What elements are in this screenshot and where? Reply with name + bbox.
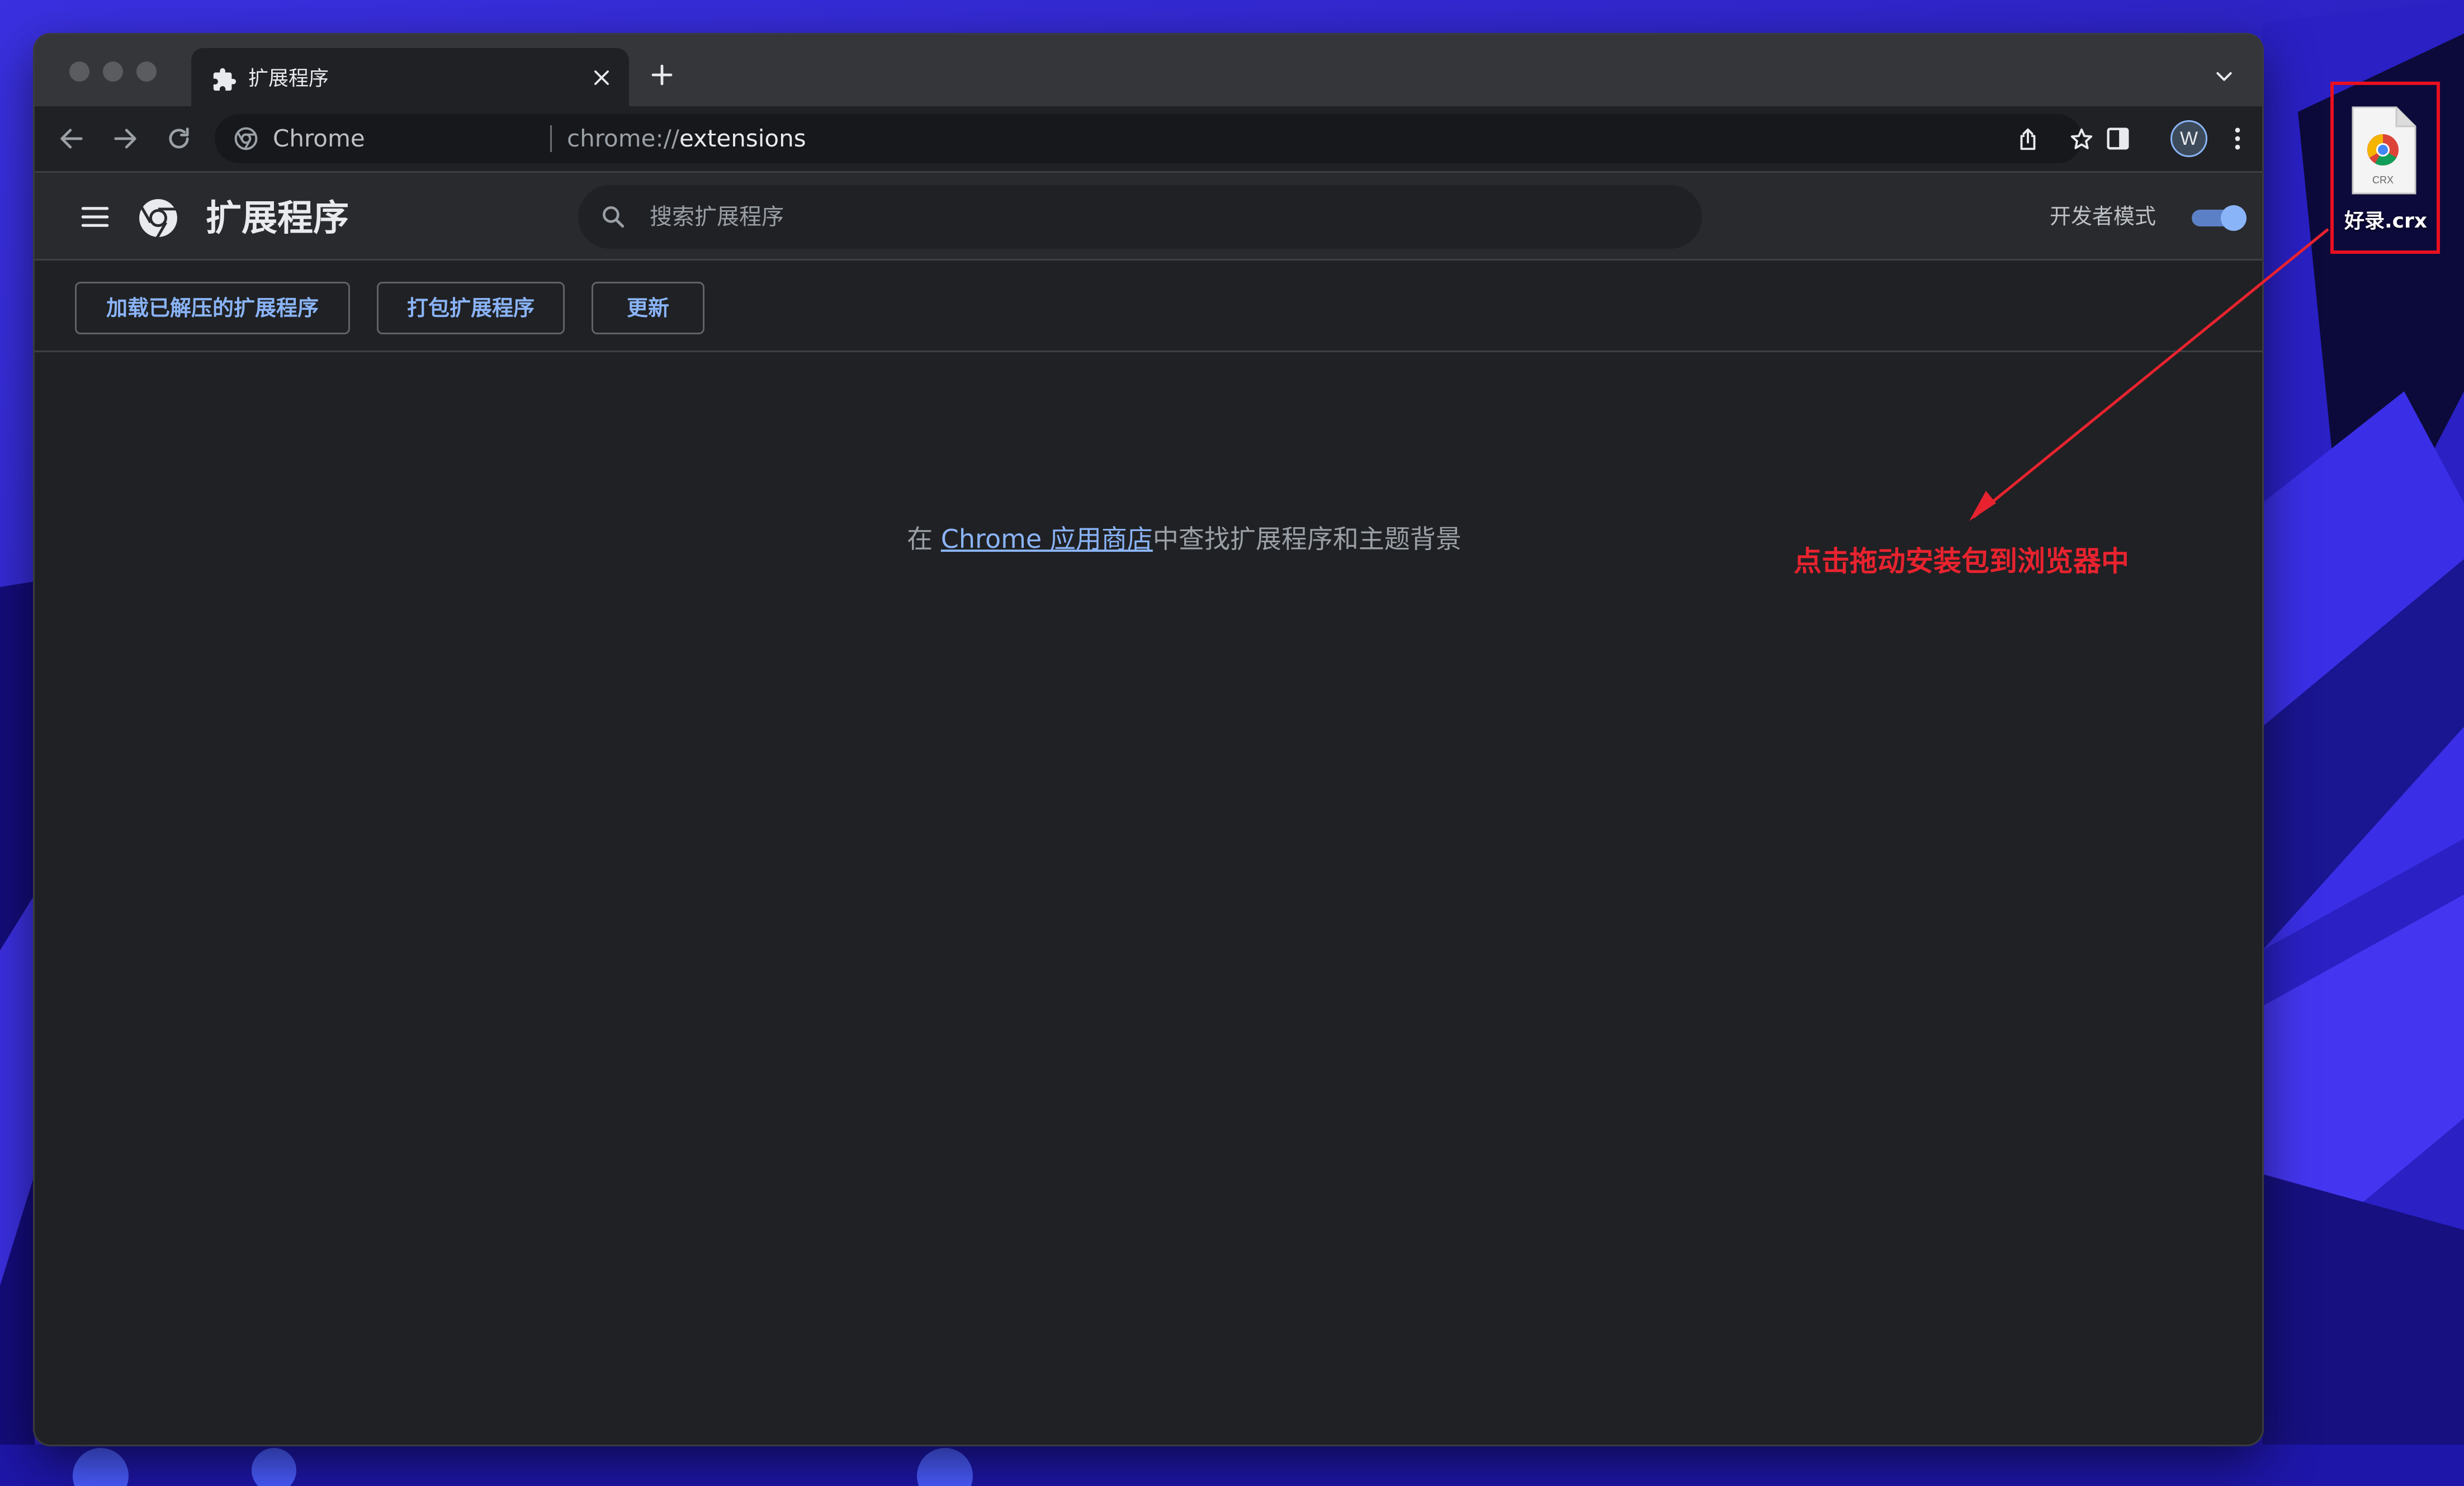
extensions-header: 扩展程序 开发者模式 [35, 171, 2262, 261]
crx-file-icon[interactable]: CRX [2347, 105, 2419, 197]
profile-avatar[interactable]: W [2170, 120, 2207, 157]
developer-mode-label: 开发者模式 [2050, 204, 2156, 229]
update-button[interactable]: 更新 [592, 282, 704, 334]
chrome-web-store-link[interactable]: Chrome 应用商店 [941, 524, 1153, 554]
crx-type-label: CRX [2372, 174, 2394, 186]
site-chip-label: Chrome [273, 125, 365, 152]
search-icon [603, 206, 625, 228]
empty-state-prefix: 在 [907, 524, 941, 554]
tab-title: 扩展程序 [248, 67, 329, 90]
url-path: extensions [679, 125, 806, 152]
empty-state-suffix: 中查找扩展程序和主题背景 [1152, 524, 1462, 554]
url-text[interactable]: chrome://extensions [567, 123, 806, 154]
side-panel-icon[interactable] [2103, 124, 2132, 153]
crx-file-name: 好录.crx [2344, 210, 2427, 233]
puzzle-piece-icon [213, 68, 237, 91]
annotation-text: 点击拖动安装包到浏览器中 [1794, 545, 2129, 578]
chrome-logo-icon [139, 199, 177, 239]
url-scheme: chrome:// [567, 125, 679, 152]
zoom-window-button[interactable] [136, 61, 157, 82]
new-tab-button[interactable] [649, 61, 675, 88]
address-bar[interactable]: Chrome chrome://extensions [215, 114, 2093, 163]
share-icon[interactable] [2015, 126, 2041, 152]
minimize-window-button[interactable] [103, 61, 123, 82]
pack-extension-button[interactable]: 打包扩展程序 [377, 282, 565, 334]
close-tab-icon[interactable] [591, 67, 612, 88]
browser-window: 扩展程序 Chrome chrome://extensions W 扩展程序 搜… [35, 35, 2262, 1445]
tab-extensions[interactable]: 扩展程序 [191, 48, 629, 106]
developer-mode-toggle[interactable] [2192, 205, 2247, 231]
chevron-down-icon[interactable] [2213, 65, 2235, 87]
forward-arrow-icon[interactable] [111, 124, 140, 153]
toggle-knob [2221, 205, 2247, 231]
page-title: 扩展程序 [206, 198, 349, 239]
load-unpacked-button[interactable]: 加载已解压的扩展程序 [75, 282, 350, 334]
reload-icon[interactable] [164, 124, 193, 153]
chrome-site-icon [234, 127, 258, 150]
hamburger-menu-icon[interactable] [81, 204, 110, 230]
bookmark-star-icon[interactable] [2069, 126, 2094, 152]
search-input[interactable] [650, 197, 1667, 236]
developer-toolbar: 加载已解压的扩展程序 打包扩展程序 更新 [35, 261, 2262, 352]
search-box[interactable] [578, 185, 1702, 249]
more-menu-icon[interactable] [2223, 124, 2252, 153]
browser-toolbar: Chrome chrome://extensions W [35, 106, 2262, 171]
back-arrow-icon[interactable] [57, 124, 86, 153]
tab-strip: 扩展程序 [35, 35, 2262, 106]
omnibox-separator [550, 125, 552, 152]
close-window-button[interactable] [69, 61, 89, 82]
